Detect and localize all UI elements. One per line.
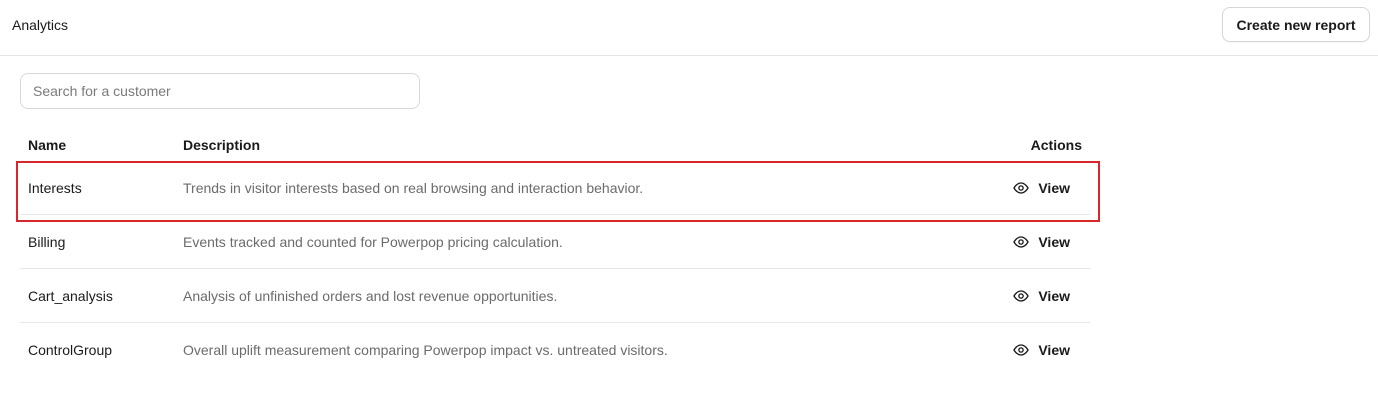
create-new-report-button[interactable]: Create new report: [1222, 7, 1370, 42]
column-header-actions: Actions: [1030, 137, 1082, 153]
view-button-label: View: [1038, 233, 1070, 250]
column-header-description: Description: [183, 137, 261, 153]
table-header: Name Description Actions: [20, 128, 1090, 161]
eye-icon: [1013, 289, 1030, 302]
eye-icon: [1013, 343, 1030, 356]
view-button[interactable]: View: [1013, 288, 1070, 304]
column-header-name: Name: [28, 137, 67, 153]
report-description: Analysis of unfinished orders and lost r…: [183, 287, 558, 304]
report-name: ControlGroup: [28, 341, 113, 358]
report-name: Interests: [28, 179, 82, 196]
view-button[interactable]: View: [1013, 180, 1070, 196]
reports-table: Name Description Actions Interests Trend…: [20, 128, 1090, 376]
page-title: Analytics: [12, 17, 69, 33]
report-description: Trends in visitor interests based on rea…: [183, 179, 644, 196]
top-bar: Analytics Create new report: [0, 0, 1378, 56]
view-button[interactable]: View: [1013, 234, 1070, 250]
report-description: Overall uplift measurement comparing Pow…: [183, 341, 668, 358]
eye-icon: [1013, 235, 1030, 248]
eye-icon: [1013, 181, 1030, 194]
view-button-label: View: [1038, 287, 1070, 304]
report-name: Cart_analysis: [28, 287, 113, 304]
view-button[interactable]: View: [1013, 342, 1070, 358]
search-input[interactable]: [20, 73, 420, 109]
table-row: Billing Events tracked and counted for P…: [20, 215, 1090, 269]
view-button-label: View: [1038, 179, 1070, 196]
table-row: Cart_analysis Analysis of unfinished ord…: [20, 269, 1090, 323]
report-name: Billing: [28, 233, 66, 250]
report-description: Events tracked and counted for Powerpop …: [183, 233, 563, 250]
table-row: ControlGroup Overall uplift measurement …: [20, 323, 1090, 376]
table-row: Interests Trends in visitor interests ba…: [20, 161, 1090, 215]
view-button-label: View: [1038, 341, 1070, 358]
